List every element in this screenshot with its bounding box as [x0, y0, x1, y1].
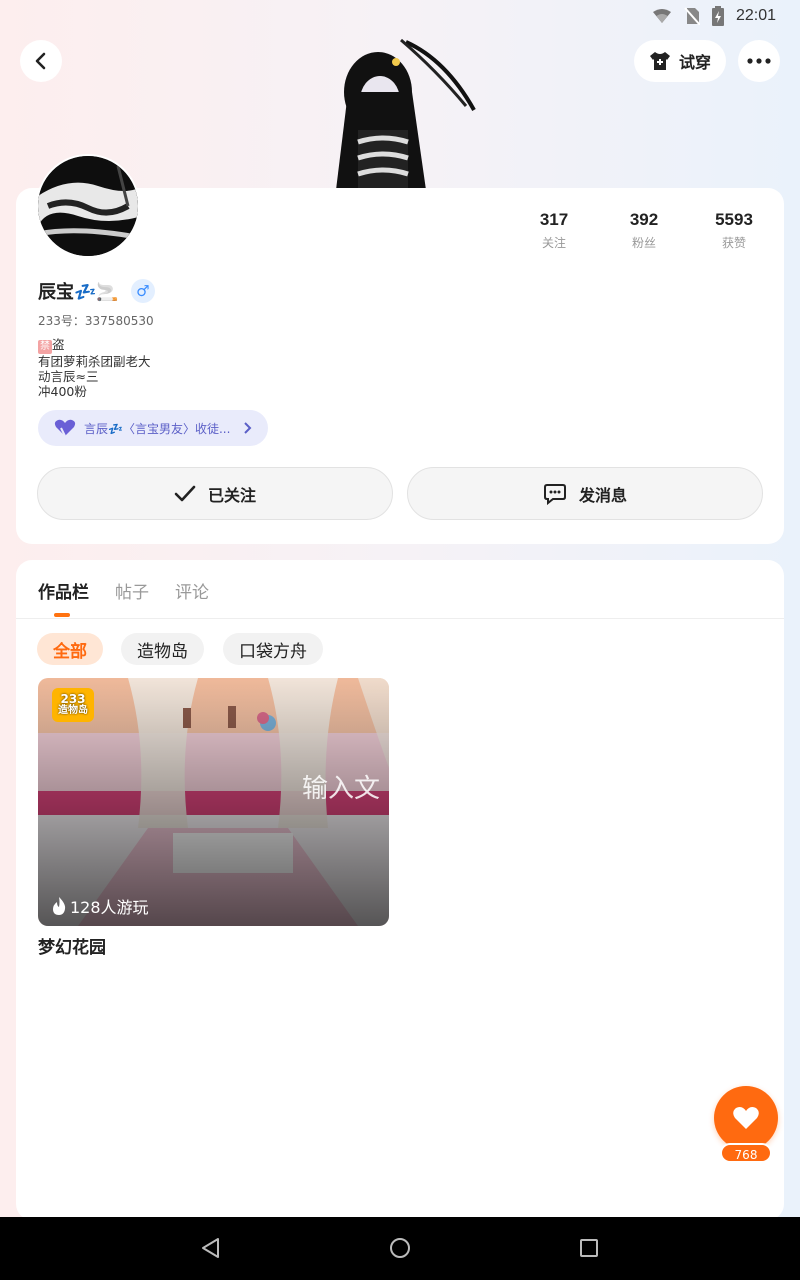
bio: 禁盗 有团萝莉杀团副老大 动言辰≈三 冲400粉	[38, 337, 151, 399]
shirt-icon	[649, 52, 670, 70]
username: 辰宝💤🚬 ♂	[38, 278, 155, 304]
logo-number: 233	[60, 692, 86, 706]
username-text: 辰宝💤🚬	[38, 282, 119, 303]
filter-creation-island[interactable]: 造物岛	[121, 633, 204, 665]
filter-all[interactable]: 全部	[37, 633, 103, 665]
bio-tag: 禁	[38, 340, 52, 354]
avatar[interactable]	[36, 154, 140, 258]
check-icon	[174, 485, 196, 501]
bio-line: 盗	[52, 337, 65, 352]
more-button[interactable]	[738, 40, 780, 82]
bio-line: 有团萝莉杀团副老大	[38, 354, 151, 369]
user-id[interactable]: 233号：337580530	[38, 312, 154, 329]
stat-following[interactable]: 317 关注	[514, 210, 594, 251]
flame-icon	[53, 897, 66, 915]
stat-label: 获赞	[721, 236, 746, 250]
stat-label: 关注	[541, 236, 566, 250]
system-nav-bar	[0, 1217, 800, 1280]
nav-recents-icon[interactable]	[578, 1237, 600, 1259]
tab-bar: 作品栏 帖子 评论	[38, 578, 209, 603]
stat-likes[interactable]: 5593 获赞	[694, 210, 774, 251]
stat-value: 317	[539, 210, 569, 229]
play-count: 128人游玩	[52, 894, 149, 918]
avatar-3d-preview	[326, 30, 476, 190]
nav-home-icon[interactable]	[389, 1237, 411, 1259]
chat-bubble-icon	[543, 483, 566, 505]
heart-pair-icon	[54, 419, 76, 437]
stat-value: 5593	[715, 210, 753, 229]
followed-label: 已关注	[207, 485, 256, 505]
relation-text: 言辰💤〈言宝男友〉收徒...	[84, 421, 231, 436]
overlay-text: 输入文	[302, 774, 381, 804]
like-fab[interactable]	[714, 1086, 778, 1150]
filter-pocket-ark[interactable]: 口袋方舟	[223, 633, 323, 665]
tab-indicator	[54, 613, 70, 617]
try-on-button[interactable]: 试穿	[634, 40, 726, 82]
send-message-label: 发消息	[578, 485, 627, 505]
battery-icon	[711, 6, 724, 26]
play-count-text: 128人游玩	[70, 898, 149, 917]
wifi-icon	[652, 9, 671, 23]
more-dots-icon	[747, 58, 771, 64]
chevron-left-icon	[35, 52, 46, 70]
creation-island-logo: 233 造物岛	[52, 688, 94, 722]
relation-chip[interactable]: 言辰💤〈言宝男友〉收徒...	[38, 410, 268, 446]
logo-text: 造物岛	[58, 705, 88, 716]
gender-male-icon: ♂	[130, 279, 155, 303]
try-on-label: 试穿	[678, 53, 711, 72]
work-title[interactable]: 梦幻花园	[38, 933, 106, 958]
status-bar: 22:01	[0, 0, 800, 32]
bio-line: 冲400粉	[38, 384, 87, 399]
followed-button[interactable]: 已关注	[37, 467, 393, 520]
bio-line: 动言辰≈三	[38, 369, 99, 384]
chevron-right-icon	[244, 422, 252, 434]
stat-value: 392	[629, 210, 659, 229]
status-time: 22:01	[735, 7, 776, 24]
tab-works[interactable]: 作品栏	[38, 578, 89, 603]
divider	[16, 618, 784, 619]
like-count: 768	[720, 1143, 772, 1163]
nav-back-icon[interactable]	[200, 1237, 222, 1259]
back-button[interactable]	[20, 40, 62, 82]
tab-posts[interactable]: 帖子	[115, 578, 149, 603]
no-sim-icon	[684, 7, 700, 25]
work-card[interactable]: 233 造物岛 输入文 128人游玩	[38, 678, 389, 926]
stat-label: 粉丝	[631, 236, 656, 250]
stat-fans[interactable]: 392 粉丝	[604, 210, 684, 251]
tab-comments[interactable]: 评论	[175, 578, 209, 603]
send-message-button[interactable]: 发消息	[407, 467, 763, 520]
heart-icon	[733, 1107, 759, 1129]
